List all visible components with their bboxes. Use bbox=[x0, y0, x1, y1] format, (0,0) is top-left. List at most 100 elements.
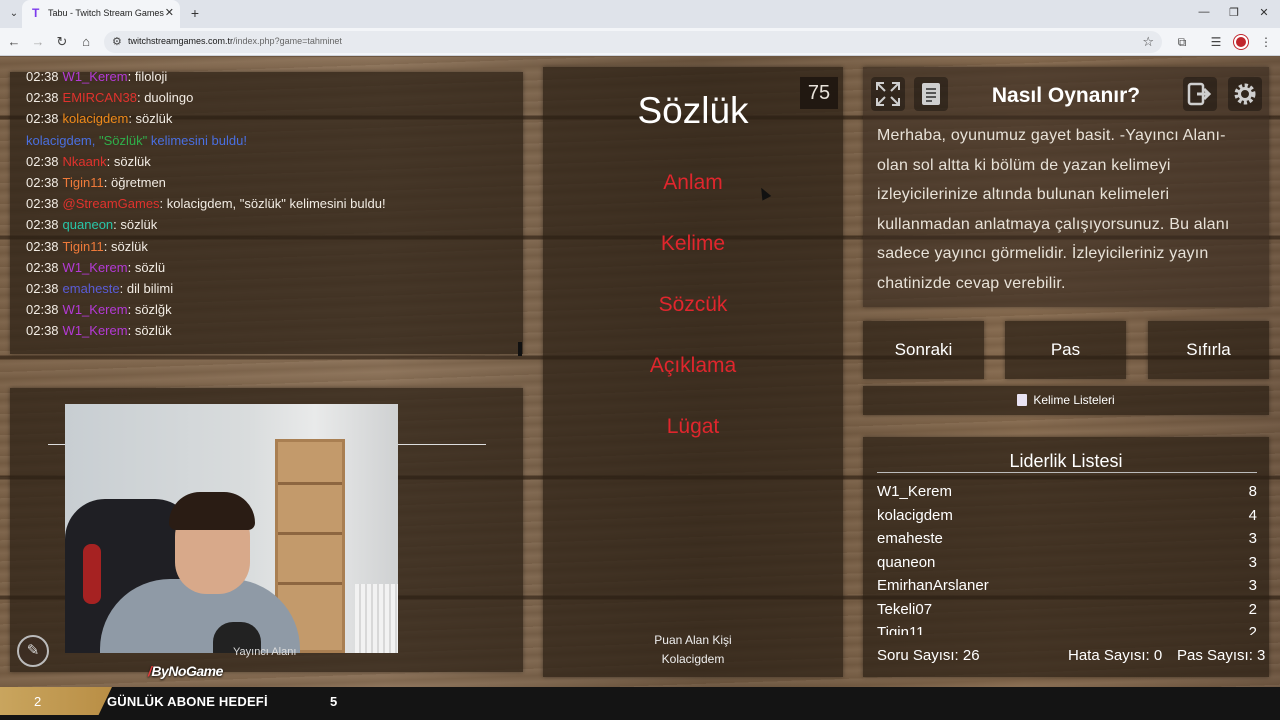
chat-separator: : bbox=[127, 323, 135, 339]
how-to-play-title: Nasıl Oynanır? bbox=[991, 84, 1141, 107]
browser-tab[interactable]: T Tabu - Twitch Stream Games ✕ bbox=[22, 0, 180, 28]
notes-list-icon[interactable] bbox=[914, 77, 948, 111]
leaderboard-row: EmirhanArslaner 3 bbox=[877, 577, 1257, 601]
new-tab-plus-icon[interactable]: + bbox=[186, 5, 204, 23]
streamer-hair bbox=[169, 492, 255, 530]
player-score: 2 bbox=[1248, 600, 1257, 618]
chat-text: sözlük bbox=[135, 111, 173, 127]
reading-list-icon[interactable]: ☰ bbox=[1208, 34, 1224, 50]
chat-message: 02:38 Tigin11: sözlük bbox=[26, 239, 148, 254]
bookmark-star-icon[interactable]: ☆ bbox=[1142, 34, 1154, 50]
url-text[interactable]: twitchstreamgames.com.tr/index.php?game=… bbox=[128, 36, 342, 46]
notebook-icon bbox=[1017, 394, 1028, 406]
chat-username[interactable]: EMIRCAN38 bbox=[63, 90, 137, 105]
player-name: quaneon bbox=[877, 553, 936, 571]
chat-timestamp: 02:38 bbox=[26, 90, 59, 106]
chat-text: sözlğk bbox=[134, 302, 172, 318]
restore-icon[interactable]: ❐ bbox=[1226, 6, 1242, 19]
question-count: Soru Sayısı: 26 bbox=[877, 647, 980, 664]
fullscreen-icon[interactable] bbox=[871, 77, 905, 111]
chat-text: sözlü bbox=[134, 259, 166, 275]
leaderboard-divider bbox=[877, 472, 1257, 473]
chat-username[interactable]: Tigin11 bbox=[63, 175, 104, 190]
chat-separator: : bbox=[159, 196, 167, 212]
chat-message: 02:38 W1_Kerem: sözlğk bbox=[26, 302, 172, 317]
error-count: Hata Sayısı: 0 bbox=[1068, 647, 1163, 664]
chat-username[interactable]: @StreamGames bbox=[63, 196, 160, 211]
player-score: 3 bbox=[1248, 553, 1257, 571]
chat-username[interactable]: W1_Kerem bbox=[63, 302, 128, 317]
tab-close-icon[interactable]: ✕ bbox=[165, 6, 174, 20]
twitch-favicon-icon: T bbox=[32, 6, 40, 20]
leaderboard-row: quaneon 3 bbox=[877, 554, 1257, 578]
chat-message: 02:38 W1_Kerem: sözlük bbox=[26, 323, 172, 338]
taboo-word: Sözcük bbox=[658, 293, 728, 316]
settings-gear-icon[interactable] bbox=[1228, 77, 1262, 111]
chat-text: sözlük bbox=[134, 323, 172, 339]
goal-current: 2 bbox=[34, 694, 42, 709]
chat-message: 02:38 EMIRCAN38: duolingo bbox=[26, 90, 193, 105]
chat-text: duolingo bbox=[144, 90, 194, 106]
extensions-puzzle-icon[interactable]: ⧉ bbox=[1174, 34, 1190, 50]
home-icon[interactable]: ⌂ bbox=[78, 34, 94, 50]
pass-button[interactable]: Pas bbox=[1005, 321, 1126, 379]
chat-username[interactable]: emaheste bbox=[63, 281, 120, 296]
player-score: 3 bbox=[1248, 577, 1257, 594]
bynogame-logo: /ByNoGame bbox=[148, 663, 223, 679]
chat-text: sözlük bbox=[120, 217, 158, 233]
back-arrow-icon[interactable]: ← bbox=[6, 34, 22, 50]
chat-username[interactable]: kolacigdem bbox=[63, 111, 129, 126]
profile-avatar[interactable] bbox=[1234, 35, 1248, 49]
word-lists-button[interactable]: Kelime Listeleri bbox=[863, 386, 1269, 415]
goal-progress-fill bbox=[0, 687, 112, 715]
pen-draw-icon[interactable]: ✎ bbox=[17, 635, 49, 667]
tab-search-icon[interactable]: ⌄ bbox=[6, 6, 22, 22]
url-path: /index.php?game=tahminet bbox=[233, 36, 342, 46]
taboo-word: Açıklama bbox=[649, 354, 737, 377]
menu-kebab-icon[interactable]: ⋮ bbox=[1258, 34, 1274, 50]
reset-button[interactable]: Sıfırla bbox=[1148, 321, 1269, 379]
pass-count: Pas Sayısı: 3 bbox=[1177, 647, 1266, 664]
logout-icon[interactable] bbox=[1183, 77, 1217, 111]
player-score: 2 bbox=[1248, 624, 1257, 635]
chair-accent bbox=[83, 544, 101, 604]
chat-username[interactable]: Nkaank bbox=[63, 154, 107, 169]
chat-separator: : bbox=[103, 238, 111, 254]
logo-text: ByNoGame bbox=[151, 663, 223, 679]
chat-scrollbar[interactable] bbox=[518, 342, 522, 356]
leaderboard-row: Tekeli07 2 bbox=[877, 601, 1257, 625]
player-name: EmirhanArslaner bbox=[877, 577, 989, 594]
goal-target: 5 bbox=[330, 694, 338, 709]
close-window-icon[interactable]: ✕ bbox=[1256, 6, 1272, 19]
reload-icon[interactable]: ↻ bbox=[54, 34, 70, 50]
chat-username[interactable]: W1_Kerem bbox=[63, 260, 128, 275]
chat-separator: : bbox=[106, 153, 114, 169]
chat-message: kolacigdem, "Sözlük" kelimesini buldu! bbox=[26, 133, 247, 148]
address-bar[interactable]: ⚙ twitchstreamgames.com.tr/index.php?gam… bbox=[104, 31, 1162, 53]
chat-text: filoloji bbox=[134, 69, 168, 84]
leaderboard-list: W1_Kerem 8 kolacigdem 4 emaheste 3 quaneon 3 Emi… bbox=[877, 483, 1257, 635]
chat-separator: : bbox=[128, 111, 136, 127]
chat-username[interactable]: quaneon bbox=[63, 217, 114, 232]
player-name: kolacigdem bbox=[877, 506, 953, 524]
leaderboard-title: Liderlik Listesi bbox=[1009, 451, 1123, 471]
taboo-word: Anlam bbox=[663, 171, 723, 194]
minimize-icon[interactable]: — bbox=[1196, 6, 1212, 18]
chat-username[interactable]: Tigin11 bbox=[63, 239, 104, 254]
tab-title: Tabu - Twitch Stream Games bbox=[48, 8, 164, 18]
chat-username[interactable]: W1_Kerem bbox=[63, 69, 128, 84]
forward-arrow-icon[interactable]: → bbox=[30, 34, 46, 50]
player-name: W1_Kerem bbox=[877, 483, 953, 500]
chat-username[interactable]: W1_Kerem bbox=[63, 323, 128, 338]
player-score: 4 bbox=[1248, 506, 1257, 524]
site-info-icon[interactable]: ⚙ bbox=[112, 35, 122, 48]
webcam-feed bbox=[65, 404, 398, 653]
streamer-area-caption: Yayıncı Alanı bbox=[233, 646, 297, 658]
chat-message: 02:38 @StreamGames: kolacigdem, "sözlük" … bbox=[26, 196, 386, 211]
next-button[interactable]: Sonraki bbox=[863, 321, 984, 379]
chat-text: öğretmen bbox=[110, 175, 166, 190]
chat-timestamp: 02:38 bbox=[26, 153, 59, 169]
chat-timestamp: 02:38 bbox=[26, 259, 59, 275]
leaderboard-row: Tigin11 2 bbox=[877, 624, 1257, 635]
chat-timestamp: 02:38 bbox=[26, 111, 59, 127]
